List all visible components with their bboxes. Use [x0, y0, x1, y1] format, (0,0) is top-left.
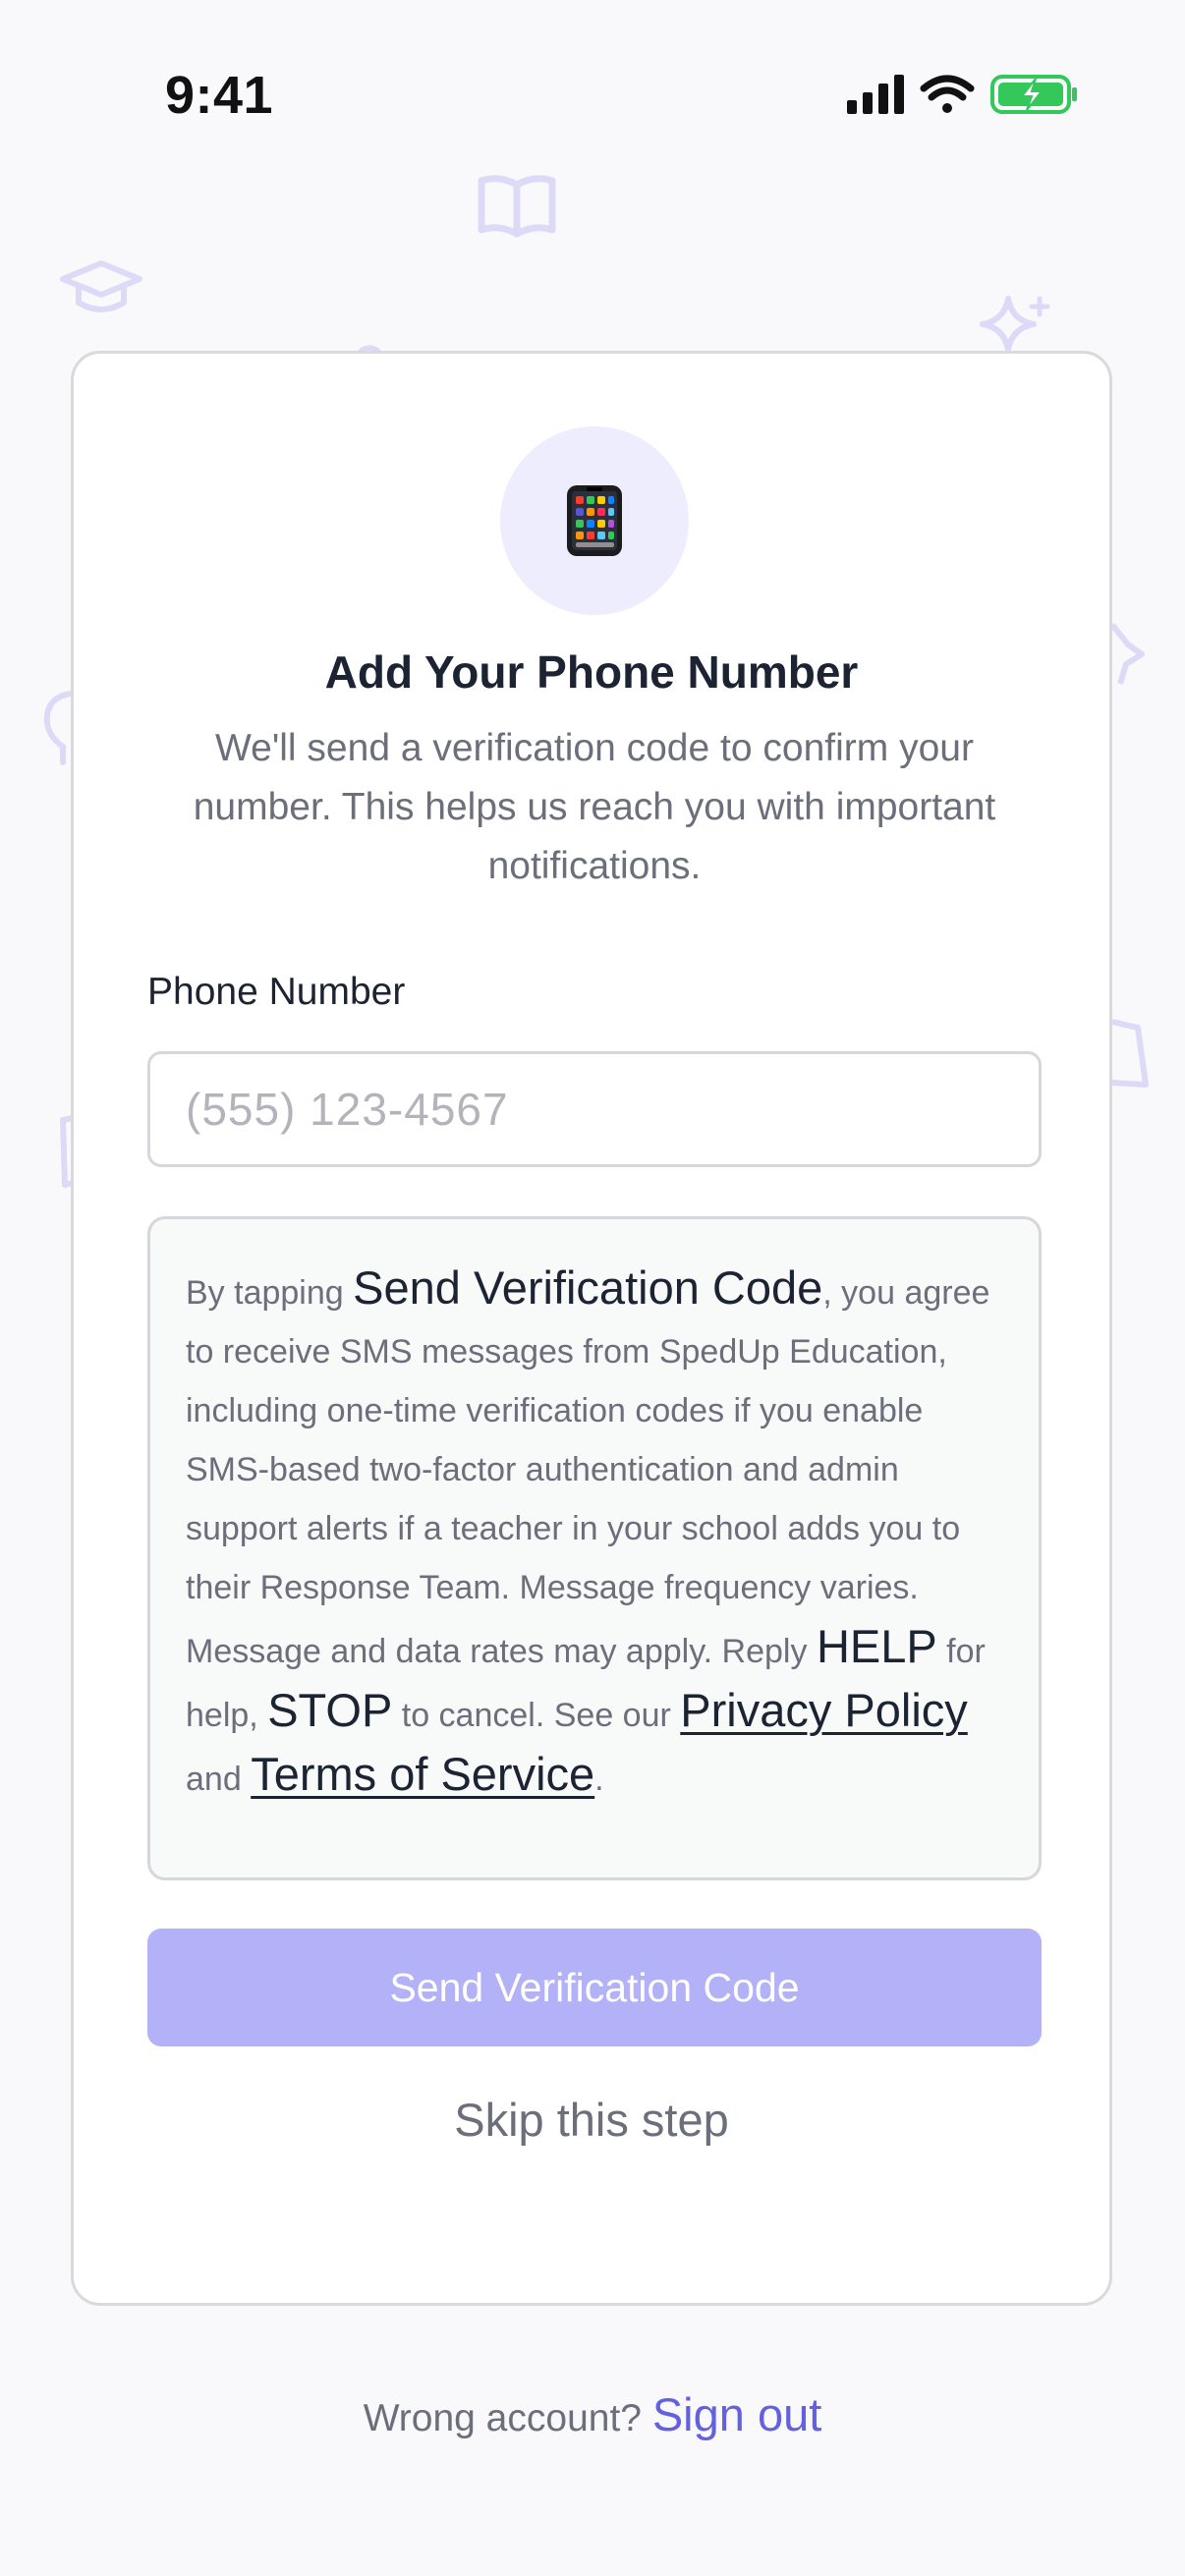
phone-number-card: Add Your Phone Number We'll send a verif…: [71, 351, 1112, 2306]
consent-text: By tapping: [186, 1274, 354, 1312]
consent-stop-keyword: STOP: [267, 1684, 393, 1736]
document-icon: [1111, 1019, 1149, 1088]
battery-charging-icon: [990, 75, 1077, 114]
sign-out-link[interactable]: Sign out: [652, 2388, 821, 2440]
book-icon: [478, 175, 556, 238]
privacy-policy-link[interactable]: Privacy Policy: [680, 1684, 968, 1736]
sparkle-icon: [980, 296, 1050, 353]
send-verification-code-button[interactable]: Send Verification Code: [147, 1929, 1042, 2046]
skip-step-link[interactable]: Skip this step: [74, 2093, 1109, 2147]
consent-text: , you agree to receive SMS messages from…: [186, 1274, 990, 1670]
status-bar: 9:41: [0, 0, 1185, 187]
status-icons: [847, 73, 1079, 116]
consent-help-keyword: HELP: [816, 1620, 937, 1672]
wrong-account-text: Wrong account?: [363, 2397, 642, 2439]
star-icon: [1109, 623, 1145, 685]
consent-send-code-emphasis: Send Verification Code: [353, 1261, 823, 1314]
page-title: Add Your Phone Number: [324, 646, 859, 698]
phone-number-label: Phone Number: [147, 971, 406, 1013]
icon-circle: [500, 426, 689, 615]
lightbulb-icon: [43, 691, 73, 765]
wifi-icon: [920, 75, 975, 113]
consent-text: .: [594, 1761, 604, 1798]
page-subtitle: We'll send a verification code to confir…: [193, 727, 996, 887]
status-time: 9:41: [165, 66, 274, 125]
sms-consent-notice: By tapping Send Verification Code, you a…: [147, 1216, 1042, 1880]
graduation-cap-icon: [60, 260, 142, 312]
footer: Wrong account? Sign out: [0, 2387, 1185, 2441]
consent-text: and: [186, 1761, 252, 1798]
consent-text: to cancel. See our: [392, 1697, 681, 1734]
cellular-signal-icon: [847, 75, 904, 114]
phone-number-input[interactable]: [147, 1051, 1042, 1167]
terms-of-service-link[interactable]: Terms of Service: [251, 1748, 594, 1800]
mobile-phone-icon: [567, 485, 622, 556]
